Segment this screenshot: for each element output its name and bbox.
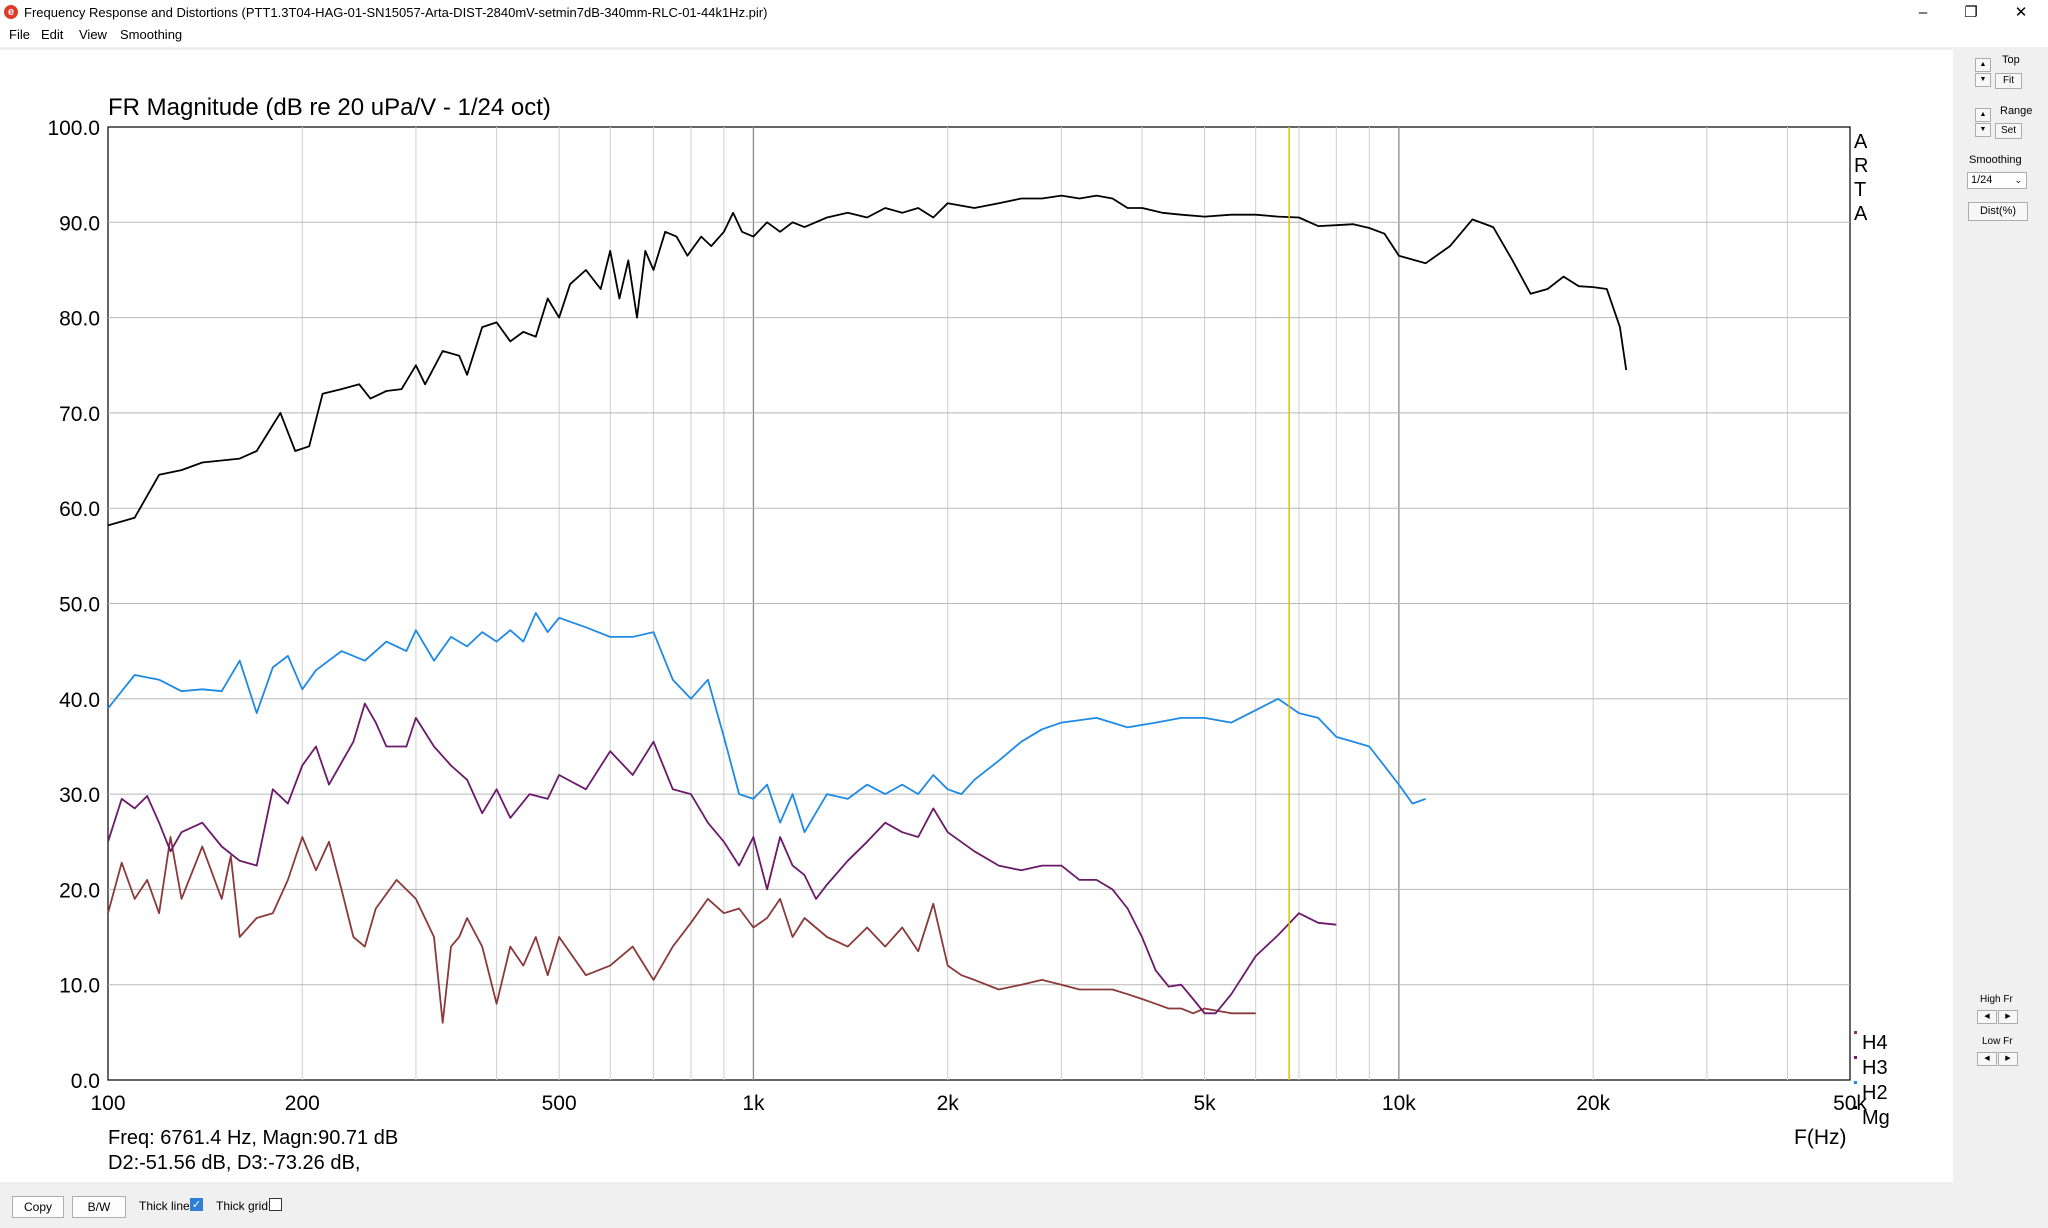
dist-percent-button[interactable]: Dist(%) — [1968, 202, 2028, 221]
y-tick-label: 90.0 — [59, 212, 100, 235]
legend-label-h4: H4 — [1862, 1032, 1888, 1054]
bottom-toolbar: Copy B/W Thick line ✓ Thick grid — [0, 1184, 2048, 1228]
arta-letter: A — [1854, 131, 1868, 153]
y-tick-label: 70.0 — [59, 403, 100, 426]
y-tick-label: 50.0 — [59, 594, 100, 617]
menu-file[interactable]: File — [9, 27, 30, 42]
arta-letter: T — [1854, 179, 1866, 201]
set-button[interactable]: Set — [1995, 123, 2022, 139]
smoothing-select[interactable]: 1/24 ⌄ — [1967, 172, 2027, 189]
x-tick-label: 10k — [1382, 1092, 1416, 1115]
fit-button[interactable]: Fit — [1995, 73, 2022, 89]
y-tick-label: 20.0 — [59, 879, 100, 902]
legend-label-h2: H2 — [1862, 1082, 1888, 1104]
menu-edit[interactable]: Edit — [41, 27, 63, 42]
close-button[interactable]: ✕ — [1998, 0, 2044, 25]
low-fr-left-button[interactable]: ◀ — [1977, 1052, 1997, 1066]
copy-button[interactable]: Copy — [12, 1196, 64, 1218]
menu-bar: File Edit View Smoothing — [0, 25, 2048, 47]
high-fr-label: High Fr — [1980, 994, 2013, 1005]
x-tick-label: 20k — [1576, 1092, 1610, 1115]
cursor-readout-line2: D2:-51.56 dB, D3:-73.26 dB, — [108, 1152, 360, 1174]
thick-grid-checkbox[interactable] — [269, 1198, 282, 1211]
maximize-button[interactable]: ❐ — [1948, 0, 1994, 25]
menu-smoothing[interactable]: Smoothing — [120, 27, 182, 42]
legend-swatch — [1854, 1106, 1857, 1109]
app-logo-icon: e — [4, 5, 18, 19]
menu-view[interactable]: View — [79, 27, 107, 42]
range-up-button[interactable]: ▲ — [1975, 108, 1991, 122]
x-tick-label: 200 — [285, 1092, 320, 1115]
cursor-readout-line1: Freq: 6761.4 Hz, Magn:90.71 dB — [108, 1127, 398, 1149]
top-down-button[interactable]: ▼ — [1975, 73, 1991, 87]
top-label: Top — [2002, 54, 2020, 66]
arta-letter: R — [1854, 155, 1868, 177]
legend-swatch — [1854, 1056, 1857, 1059]
x-tick-label: 100 — [90, 1092, 125, 1115]
x-tick-label: 500 — [542, 1092, 577, 1115]
legend-label-mg: Mg — [1862, 1107, 1890, 1129]
y-tick-label: 0.0 — [71, 1070, 100, 1093]
minimize-button[interactable]: – — [1900, 0, 1946, 25]
legend-label-h3: H3 — [1862, 1057, 1888, 1079]
legend-swatch — [1854, 1031, 1857, 1034]
smoothing-label: Smoothing — [1969, 154, 2022, 166]
y-tick-label: 60.0 — [59, 498, 100, 521]
high-fr-right-button[interactable]: ▶ — [1998, 1010, 2018, 1024]
x-tick-label: 5k — [1193, 1092, 1216, 1115]
range-label: Range — [2000, 105, 2033, 117]
x-tick-label: 2k — [937, 1092, 960, 1115]
low-fr-right-button[interactable]: ▶ — [1998, 1052, 2018, 1066]
chart-title: FR Magnitude (dB re 20 uPa/V - 1/24 oct) — [108, 94, 551, 121]
x-axis-label: F(Hz) — [1794, 1126, 1846, 1149]
bw-button[interactable]: B/W — [72, 1196, 126, 1218]
control-panel: ▲ Top ▼ Fit ▲ Range ▼ Set Smoothing 1/24… — [1955, 50, 2048, 1182]
y-tick-label: 30.0 — [59, 784, 100, 807]
y-tick-label: 80.0 — [59, 308, 100, 331]
thick-line-label: Thick line — [139, 1199, 190, 1213]
y-tick-label: 40.0 — [59, 689, 100, 712]
high-fr-left-button[interactable]: ◀ — [1977, 1010, 1997, 1024]
smoothing-value: 1/24 — [1971, 174, 1993, 186]
thick-grid-label: Thick grid — [216, 1199, 269, 1213]
y-tick-label: 10.0 — [59, 975, 100, 998]
title-bar: e Frequency Response and Distortions (PT… — [0, 0, 2048, 25]
legend-swatch — [1854, 1081, 1857, 1084]
low-fr-label: Low Fr — [1982, 1036, 2013, 1047]
range-down-button[interactable]: ▼ — [1975, 123, 1991, 137]
plot-panel: 0.0 10.0 20.0 30.0 40.0 50.0 60.0 70.0 80.0 90.0 1… — [0, 50, 1953, 1182]
y-tick-label: 100.0 — [47, 117, 100, 140]
fr-chart: 0.0 10.0 20.0 30.0 40.0 50.0 60.0 70.0 80.0 90.0 1… — [47, 94, 1890, 1174]
arta-letter: A — [1854, 203, 1868, 225]
chevron-down-icon: ⌄ — [2014, 175, 2022, 185]
window-title: Frequency Response and Distortions (PTT1… — [24, 5, 768, 20]
x-tick-label: 1k — [742, 1092, 765, 1115]
top-up-button[interactable]: ▲ — [1975, 58, 1991, 72]
thick-line-checkbox[interactable]: ✓ — [190, 1198, 203, 1211]
